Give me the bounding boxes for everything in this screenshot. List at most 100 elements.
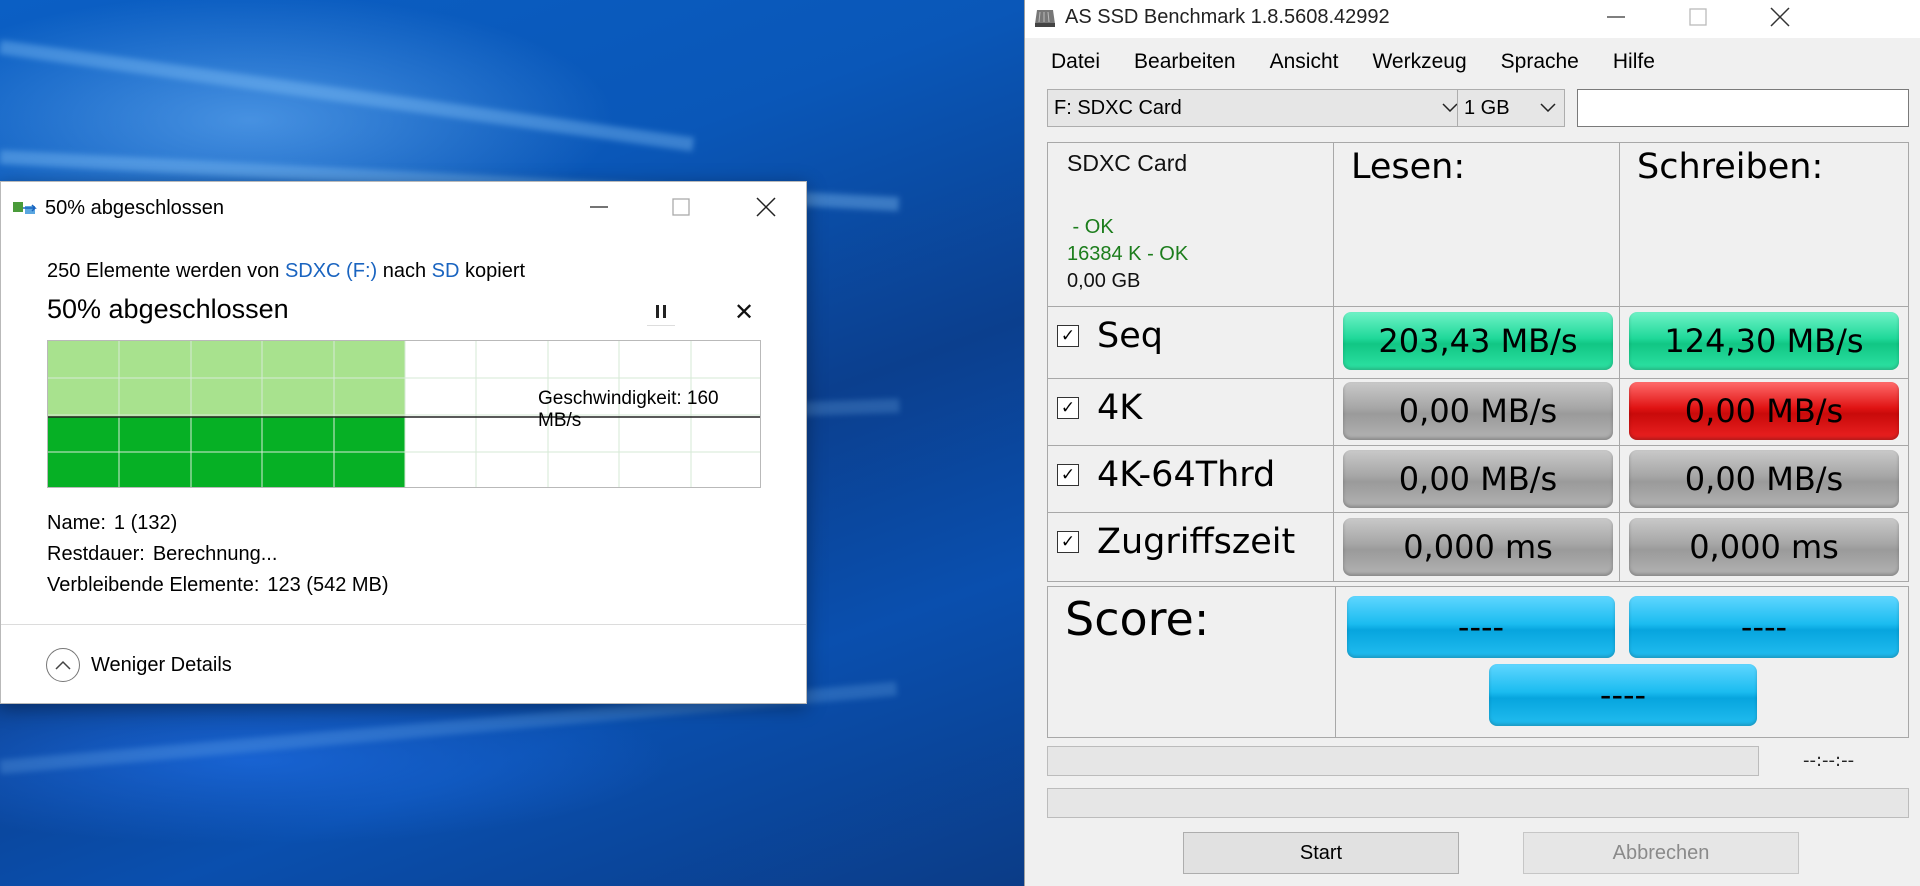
- score-total: ----: [1489, 664, 1757, 726]
- pause-button[interactable]: [647, 298, 675, 326]
- checkbox-4k[interactable]: ✓: [1057, 397, 1079, 419]
- pause-icon: [656, 305, 659, 318]
- close-icon: [1770, 7, 1790, 27]
- close-button[interactable]: [726, 182, 806, 232]
- less-details-label: Weniger Details: [91, 653, 232, 676]
- remaining-items-value: 123 (542 MB): [267, 574, 389, 596]
- seq-read-result: 203,43 MB/s: [1343, 312, 1613, 370]
- chevron-down-icon: [1442, 103, 1458, 112]
- drive-info-status: - OK: [1067, 216, 1114, 238]
- checkbox-4k-64thrd[interactable]: ✓: [1057, 464, 1079, 486]
- checkbox-seq[interactable]: ✓: [1057, 325, 1079, 347]
- menu-datei[interactable]: Datei: [1051, 50, 1100, 74]
- progress-heading: 50% abgeschlossen: [47, 294, 289, 324]
- as-ssd-window: AS SSD Benchmark 1.8.5608.42992 Datei Be…: [1024, 0, 1920, 886]
- copy-speed-graph: Geschwindigkeit: 160 MB/s: [47, 340, 761, 488]
- close-icon: [756, 197, 776, 217]
- row-4k[interactable]: ✓ 4K: [1057, 388, 1142, 428]
- current-file-name: Name: 1 (132): [47, 512, 177, 535]
- write-header: Schreiben:: [1637, 147, 1824, 187]
- chevron-down-icon: [1540, 103, 1556, 112]
- as-ssd-title: AS SSD Benchmark 1.8.5608.42992: [1065, 6, 1390, 28]
- copy-prefix: 250 Elemente werden von: [47, 260, 280, 282]
- close-icon: ✕: [734, 298, 755, 326]
- drive-info-alignment: 16384 K - OK: [1067, 243, 1189, 265]
- menu-hilfe[interactable]: Hilfe: [1613, 50, 1655, 74]
- copy-dialog-titlebar[interactable]: 50% abgeschlossen: [1, 182, 806, 232]
- maximize-button[interactable]: [1657, 0, 1739, 34]
- copy-middle: nach: [382, 260, 427, 282]
- copy-dialog-title: 50% abgeschlossen: [45, 197, 225, 219]
- 4k64-write-result: 0,00 MB/s: [1629, 450, 1899, 508]
- menu-bearbeiten[interactable]: Bearbeiten: [1134, 50, 1236, 74]
- minimize-button[interactable]: [1575, 0, 1657, 34]
- destination-link[interactable]: SD: [432, 260, 460, 282]
- name-label: Name:: [47, 512, 106, 534]
- progress-fill-top: [48, 341, 405, 417]
- close-button[interactable]: [1739, 0, 1821, 34]
- chevron-up-icon: [46, 648, 80, 682]
- copy-description: 250 Elemente werden von SDXC (F:) nach S…: [47, 260, 525, 283]
- copy-suffix: kopiert: [465, 260, 526, 282]
- checkbox-access-time[interactable]: ✓: [1057, 531, 1079, 553]
- row-seq[interactable]: ✓ Seq: [1057, 316, 1163, 356]
- remaining-time-label: Restdauer:: [47, 543, 145, 565]
- source-link[interactable]: SDXC (F:): [285, 260, 377, 282]
- drive-icon: [1035, 10, 1055, 27]
- grid-divider: [1047, 512, 1909, 513]
- maximize-button[interactable]: [641, 182, 721, 232]
- start-button[interactable]: Start: [1183, 832, 1459, 874]
- drive-select[interactable]: F: SDXC Card: [1047, 89, 1467, 127]
- minimize-icon: [1607, 16, 1625, 18]
- grid-divider: [1047, 306, 1909, 307]
- grid-divider: [1047, 445, 1909, 446]
- read-header: Lesen:: [1351, 147, 1466, 187]
- remaining-time: Restdauer: Berechnung...: [47, 543, 277, 566]
- copy-files-icon: [13, 202, 37, 214]
- grid-divider: [1619, 142, 1620, 582]
- maximize-icon: [1689, 8, 1707, 26]
- menu-ansicht[interactable]: Ansicht: [1270, 50, 1339, 74]
- speed-label: Geschwindigkeit: 160 MB/s: [538, 388, 719, 431]
- size-select[interactable]: 1 GB: [1457, 89, 1565, 127]
- score-divider: [1335, 586, 1336, 738]
- access-read-result: 0,000 ms: [1343, 518, 1613, 576]
- cancel-copy-button[interactable]: ✕: [734, 298, 754, 326]
- less-details-button[interactable]: Weniger Details: [46, 648, 232, 682]
- menu-werkzeug[interactable]: Werkzeug: [1372, 50, 1466, 74]
- row-4k-64thrd-label: 4K-64Thrd: [1097, 455, 1276, 495]
- drive-info-name: SDXC Card: [1067, 150, 1188, 176]
- elapsed-time: --:--:--: [1803, 750, 1855, 771]
- total-progress-bar: [1047, 788, 1909, 818]
- row-4k-label: 4K: [1097, 388, 1143, 428]
- minimize-icon: [590, 206, 608, 208]
- cancel-button[interactable]: Abbrechen: [1523, 832, 1799, 874]
- score-read: ----: [1347, 596, 1615, 658]
- score-write: ----: [1629, 596, 1899, 658]
- row-4k-64thrd[interactable]: ✓ 4K-64Thrd: [1057, 455, 1275, 495]
- as-ssd-titlebar[interactable]: AS SSD Benchmark 1.8.5608.42992: [1025, 0, 1920, 38]
- score-label: Score:: [1065, 592, 1210, 646]
- row-seq-label: Seq: [1097, 316, 1163, 356]
- 4k64-read-result: 0,00 MB/s: [1343, 450, 1613, 508]
- name-value: 1 (132): [113, 512, 178, 534]
- seq-write-result: 124,30 MB/s: [1629, 312, 1899, 370]
- 4k-read-result: 0,00 MB/s: [1343, 382, 1613, 440]
- maximize-icon: [672, 198, 690, 216]
- test-progress-bar: [1047, 746, 1759, 776]
- grid-divider: [1047, 378, 1909, 379]
- access-write-result: 0,000 ms: [1629, 518, 1899, 576]
- menu-sprache[interactable]: Sprache: [1501, 50, 1579, 74]
- copy-progress-dialog: 50% abgeschlossen 250 Elemente werden vo…: [0, 181, 807, 704]
- menu-bar: Datei Bearbeiten Ansicht Werkzeug Sprach…: [1025, 42, 1920, 82]
- remaining-items-label: Verbleibende Elemente:: [47, 574, 260, 596]
- info-textbox[interactable]: [1577, 89, 1909, 127]
- minimize-button[interactable]: [559, 182, 639, 232]
- drive-select-value: F: SDXC Card: [1054, 96, 1182, 119]
- remaining-time-value: Berechnung...: [152, 543, 278, 565]
- size-select-value: 1 GB: [1464, 96, 1510, 119]
- row-access-time[interactable]: ✓ Zugriffszeit: [1057, 522, 1295, 562]
- drive-info-size: 0,00 GB: [1067, 270, 1141, 292]
- remaining-items: Verbleibende Elemente: 123 (542 MB): [47, 574, 389, 597]
- row-access-time-label: Zugriffszeit: [1097, 522, 1296, 562]
